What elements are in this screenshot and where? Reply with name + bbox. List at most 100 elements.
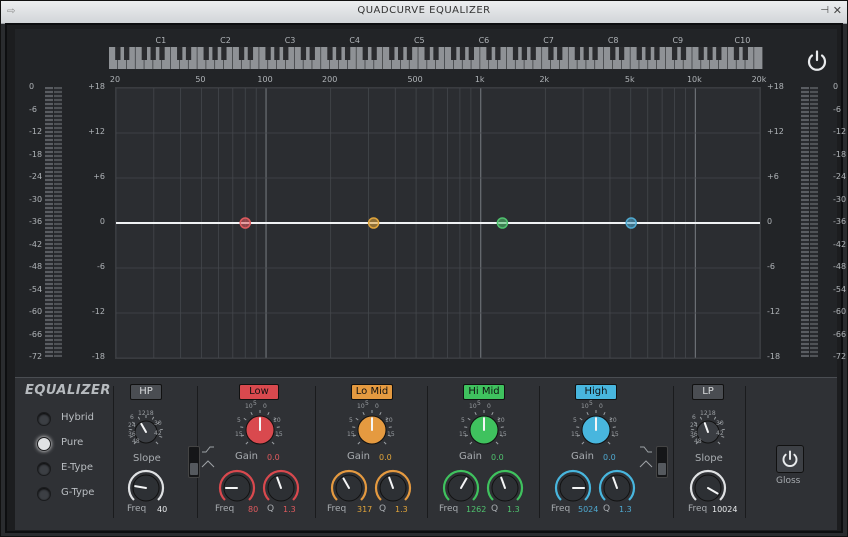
himid-freq-knob[interactable] — [440, 467, 482, 509]
gain-scale-tick: 10 — [581, 403, 589, 410]
lp-slope-tick: 36 — [690, 431, 698, 438]
gain-scale-tick: 0 — [263, 403, 267, 410]
db-label-l: 0 — [99, 217, 105, 226]
lomid-gain-knob[interactable] — [350, 408, 394, 452]
db-label-l: -6 — [97, 262, 105, 271]
mode-radio[interactable] — [37, 412, 51, 426]
note-label-c1: C1 — [155, 36, 167, 45]
low-gain-knob[interactable] — [238, 408, 282, 452]
title-bar: ⇨ QUADCURVE EQUALIZER ⊣ ✕ — [1, 1, 847, 24]
hp-slope-tick: 42 — [154, 430, 162, 437]
meter-label-l: -6 — [29, 104, 37, 114]
gain-scale-tick: 10 — [385, 417, 393, 424]
band-handle-low[interactable] — [239, 217, 251, 229]
gloss-button[interactable] — [776, 445, 804, 473]
db-label-l: +6 — [93, 172, 105, 181]
mode-radio[interactable] — [37, 462, 51, 476]
lomid-gain-value: 0.0 — [379, 453, 392, 462]
mode-radio[interactable] — [37, 487, 51, 501]
mode-radio[interactable] — [37, 437, 51, 451]
meter-label-l: -30 — [29, 194, 43, 204]
meter-label-r: -36 — [833, 217, 847, 226]
meter-label-r: -60 — [833, 307, 847, 316]
db-label-l: +12 — [88, 127, 105, 136]
gain-scale-tick: 0 — [487, 403, 491, 410]
bypass-power-icon[interactable] — [805, 49, 829, 73]
lomid-band-button[interactable]: Lo Mid — [351, 384, 393, 400]
meter-label-l: -48 — [29, 262, 43, 271]
output-meter-right — [810, 87, 818, 357]
meter-label-l: -60 — [29, 307, 43, 316]
note-label-c3: C3 — [284, 36, 296, 45]
pin-icon[interactable]: ⊣ — [820, 5, 829, 16]
himid-band-button[interactable]: Hi Mid — [463, 384, 505, 400]
himid-q-knob[interactable] — [484, 467, 526, 509]
note-label-c4: C4 — [349, 36, 361, 45]
freq-label-20: 20 — [109, 75, 121, 84]
hp-slope-tick: 12 — [138, 410, 146, 417]
meter-label-r: -42 — [833, 239, 847, 249]
freq-label-20k: 20k — [751, 75, 767, 84]
freq-label-2k: 2k — [539, 75, 550, 84]
himid-gain-knob[interactable] — [462, 408, 506, 452]
gain-scale-tick: 5 — [237, 417, 241, 424]
lomid-q-knob[interactable] — [372, 467, 414, 509]
band-handle-hi-mid[interactable] — [496, 217, 509, 229]
meter-label-r: -48 — [833, 262, 847, 271]
gain-scale-tick: 0 — [375, 403, 379, 410]
close-icon[interactable]: ✕ — [833, 4, 842, 17]
window-title: QUADCURVE EQUALIZER — [357, 5, 491, 16]
lp-button[interactable]: LP — [692, 384, 724, 400]
low-shelf-switch[interactable] — [188, 446, 200, 478]
lomid-freq-knob[interactable] — [328, 467, 370, 509]
lp-freq-knob[interactable] — [687, 467, 729, 509]
freq-label-5k: 5k — [624, 75, 635, 84]
lomid-gain-label: Gain — [347, 451, 370, 462]
gain-scale-tick: 15 — [347, 431, 355, 438]
gain-scale-tick: 10 — [245, 403, 253, 410]
high-shelf-switch[interactable] — [656, 446, 668, 478]
hp-button[interactable]: HP — [130, 384, 162, 400]
note-label-c6: C6 — [478, 36, 490, 45]
high-q-knob[interactable] — [596, 467, 638, 509]
low-freq-knob[interactable] — [216, 467, 258, 509]
freq-label-1k: 1k — [474, 75, 485, 84]
equalizer-title: EQUALIZER — [25, 383, 111, 398]
high-band-button[interactable]: High — [575, 384, 617, 400]
gain-scale-tick: 0 — [599, 403, 603, 410]
meter-label-r: -72 — [833, 352, 847, 361]
db-label-r: +18 — [767, 82, 784, 91]
mode-label: Hybrid — [61, 412, 95, 423]
lp-slope-tick: 6 — [692, 414, 696, 421]
meter-label-l: -24 — [29, 172, 43, 181]
note-label-c9: C9 — [672, 36, 684, 45]
hp-slope-tick: 24 — [128, 422, 136, 429]
controls-panel: EQUALIZER Hybrid Pure E-Type G-Type HP Slop… — [15, 377, 837, 530]
hp-freq-knob[interactable] — [125, 467, 167, 509]
meter-label-r: -24 — [833, 172, 847, 181]
high-gain-knob[interactable] — [574, 408, 618, 452]
mode-label: E-Type — [61, 462, 93, 473]
plugin-window: ⇨ QUADCURVE EQUALIZER ⊣ ✕ C1 C2 C3 C4 C5 C6 C7… — [0, 0, 848, 537]
himid-gain-label: Gain — [459, 451, 482, 462]
gain-scale-tick: 5 — [349, 417, 353, 424]
band-handle-high[interactable] — [625, 217, 637, 229]
gain-scale-tick: 15 — [459, 431, 467, 438]
gloss-power-icon — [782, 450, 798, 467]
meter-label-r: -12 — [833, 127, 847, 136]
eq-curve-grid[interactable] — [115, 87, 761, 359]
meter-label-l: -42 — [29, 239, 43, 249]
freq-label-200: 200 — [322, 75, 338, 84]
low-q-knob[interactable] — [260, 467, 302, 509]
meter-label-r: -18 — [833, 149, 847, 159]
low-band-button[interactable]: Low — [239, 384, 279, 400]
low-gain-label: Gain — [235, 451, 258, 462]
gain-scale-tick: 15 — [387, 431, 395, 438]
low-gain-value: 0.0 — [267, 453, 280, 462]
gain-scale-tick: 15 — [275, 431, 283, 438]
db-label-r: -12 — [767, 307, 781, 316]
meter-label-l: -54 — [29, 284, 43, 294]
high-freq-knob[interactable] — [552, 467, 594, 509]
lp-slope-tick: 48 — [694, 438, 702, 445]
band-handle-lo-mid[interactable] — [367, 217, 380, 229]
